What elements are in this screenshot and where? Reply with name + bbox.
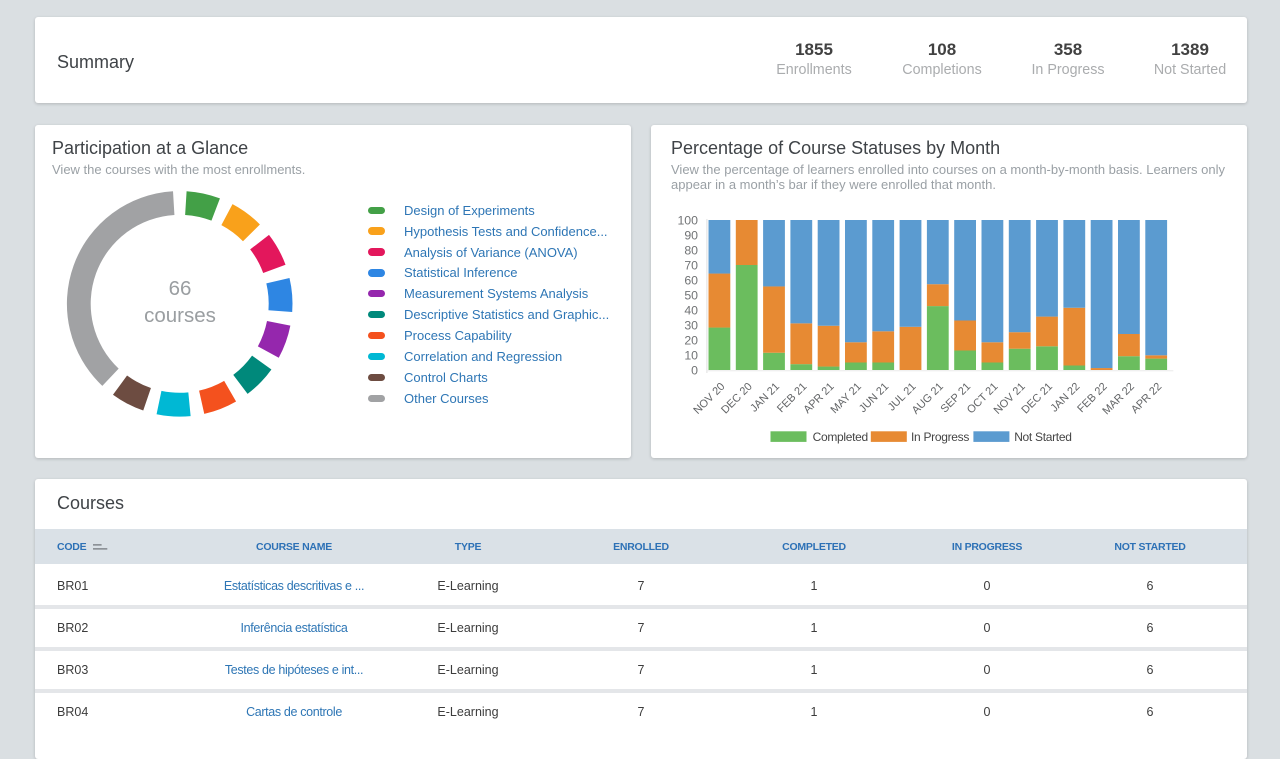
svg-text:DEC 20: DEC 20	[719, 381, 755, 417]
svg-text:40: 40	[684, 303, 698, 317]
svg-text:JUN 21: JUN 21	[857, 381, 891, 415]
svg-text:10: 10	[684, 348, 698, 362]
svg-text:90: 90	[684, 228, 698, 242]
svg-text:80: 80	[684, 243, 698, 257]
svg-text:Not Started: Not Started	[1014, 430, 1071, 444]
svg-text:70: 70	[684, 258, 698, 272]
svg-text:50: 50	[684, 288, 698, 302]
svg-text:DEC 21: DEC 21	[1019, 381, 1055, 417]
svg-text:100: 100	[677, 213, 698, 227]
svg-text:MAY 21: MAY 21	[829, 381, 864, 416]
svg-text:In Progress: In Progress	[911, 430, 969, 444]
svg-text:30: 30	[684, 318, 698, 332]
svg-text:0: 0	[691, 363, 698, 377]
svg-text:20: 20	[684, 333, 698, 347]
svg-text:Completed: Completed	[813, 430, 868, 444]
svg-text:60: 60	[684, 273, 698, 287]
svg-text:APR 22: APR 22	[1129, 381, 1164, 416]
